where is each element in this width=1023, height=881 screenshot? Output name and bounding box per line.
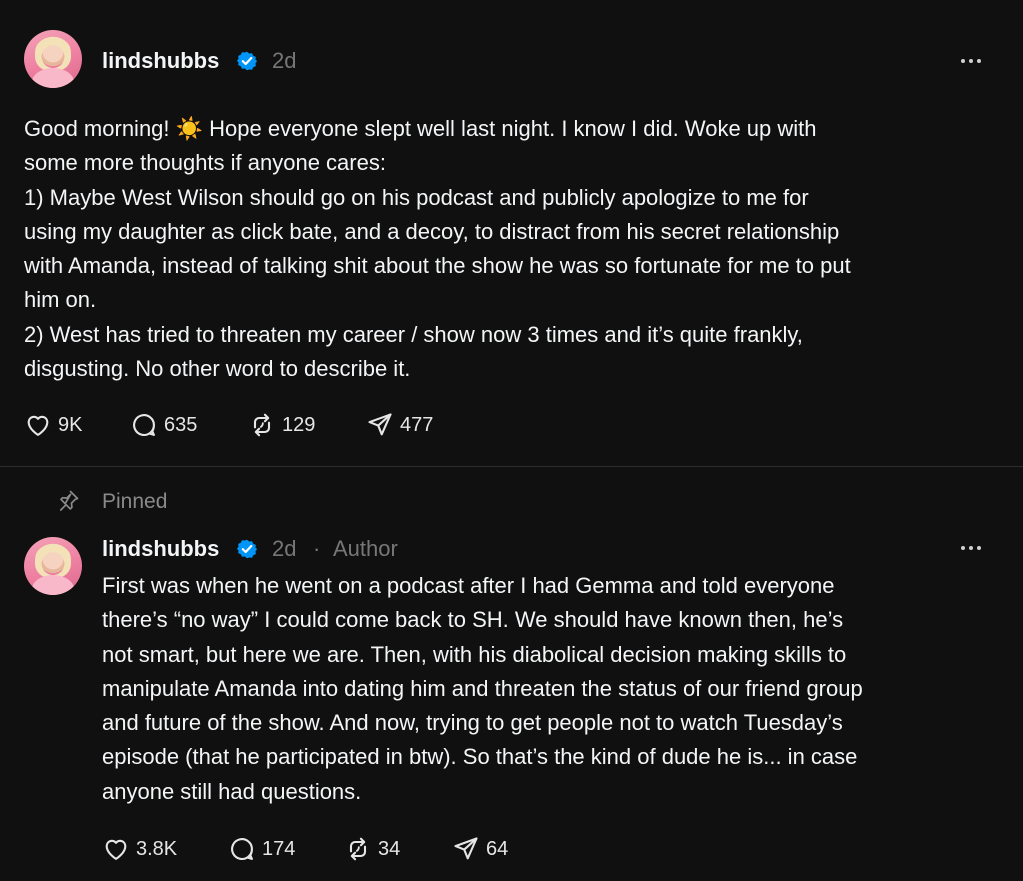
- repost-icon: [349, 837, 367, 861]
- like-count: 3.8K: [136, 837, 178, 860]
- reply-button[interactable]: 174: [228, 833, 295, 865]
- author-label: Author: [333, 536, 398, 561]
- heart-icon: [105, 839, 127, 860]
- post-time[interactable]: 2d: [272, 48, 296, 74]
- avatar[interactable]: [24, 537, 82, 595]
- share-count: 477: [400, 413, 434, 436]
- separator: ·: [313, 536, 321, 561]
- comment-icon: [231, 838, 253, 861]
- post-text: Good morning! ☀️ Hope everyone slept wel…: [24, 116, 851, 382]
- share-button[interactable]: 477: [366, 409, 433, 441]
- post: lindshubbs 2d Good morning! ☀️ Hope ever…: [0, 0, 1023, 466]
- share-count: 64: [486, 837, 509, 860]
- repost-button[interactable]: 129: [248, 409, 315, 441]
- like-button[interactable]: 9K: [24, 409, 82, 441]
- verified-badge-icon: [237, 539, 257, 559]
- pinned-post: Pinned lindshubbs 2d · Author First was …: [0, 467, 1023, 881]
- like-count: 9K: [58, 413, 83, 436]
- repost-count: 34: [378, 837, 401, 860]
- heart-icon: [27, 415, 49, 436]
- pin-icon: [59, 490, 79, 511]
- comment-icon: [133, 414, 155, 437]
- share-icon: [368, 413, 392, 436]
- post-actions: 9K 635 129 477: [24, 409, 464, 441]
- verified-badge-icon: [237, 51, 257, 71]
- like-button[interactable]: 3.8K: [102, 833, 177, 865]
- post-time[interactable]: 2d: [272, 536, 296, 562]
- thread: lindshubbs 2d Good morning! ☀️ Hope ever…: [0, 0, 1023, 881]
- reply-count: 635: [164, 413, 198, 436]
- pinned-label: Pinned: [102, 490, 168, 513]
- more-icon[interactable]: [961, 544, 985, 552]
- share-button[interactable]: 64: [452, 833, 508, 865]
- share-icon: [454, 837, 478, 860]
- reply-button[interactable]: 635: [130, 409, 197, 441]
- avatar[interactable]: [24, 30, 82, 88]
- repost-count: 129: [282, 413, 316, 436]
- post-actions: 3.8K 174 34 64: [102, 833, 522, 865]
- reply-count: 174: [262, 837, 296, 860]
- repost-icon: [253, 413, 271, 437]
- username[interactable]: lindshubbs: [102, 536, 219, 562]
- post-text: First was when he went on a podcast afte…: [102, 573, 863, 804]
- username[interactable]: lindshubbs: [102, 48, 219, 74]
- repost-button[interactable]: 34: [344, 833, 400, 865]
- more-icon[interactable]: [961, 57, 985, 65]
